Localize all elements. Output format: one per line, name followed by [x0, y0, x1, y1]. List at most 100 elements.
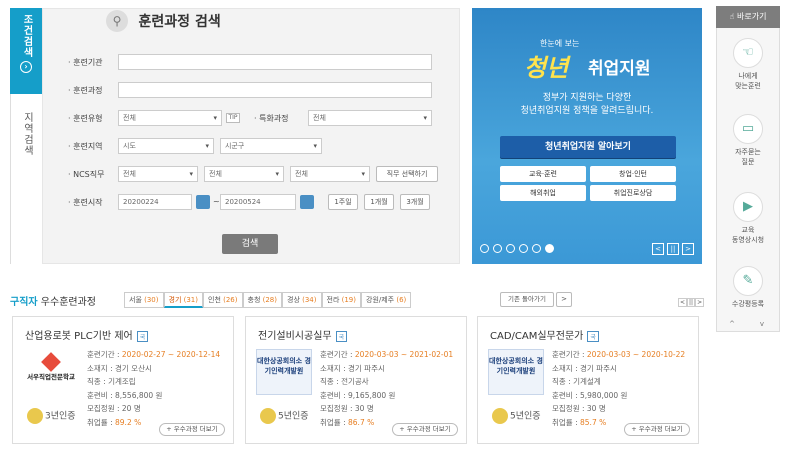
region-tab-gyeonggi[interactable]: 경기 (31) — [163, 292, 203, 308]
chevron-down-icon: ▾ — [213, 114, 217, 122]
ncs-select-1[interactable]: 전체 ▾ — [118, 166, 198, 182]
region-sigungu-select[interactable]: 시군구 ▾ — [220, 138, 322, 154]
chevron-right-icon: › — [20, 61, 32, 73]
institution-logo: 대한상공회의소 경기인력개발원 — [256, 349, 312, 395]
pencil-icon: ✎ — [733, 266, 763, 296]
card-pause-button[interactable]: || — [687, 298, 696, 307]
banner-tile-startup[interactable]: 창업·인턴 — [590, 166, 676, 182]
calendar-icon[interactable] — [196, 195, 210, 209]
course-input[interactable] — [118, 82, 432, 98]
cert-years-text: 5년인증 — [510, 411, 541, 422]
card-next-button[interactable]: > — [695, 298, 705, 307]
course-card[interactable]: 산업용로봇 PLC기반 제어 국 서우직업전문학교 3년인증 훈련기간 : 202… — [12, 316, 234, 444]
period-label: 훈련기간 : — [552, 350, 585, 359]
card-prev-button[interactable]: < — [678, 298, 688, 307]
region-tab-label: 전라 — [326, 296, 340, 304]
cert-years: 5년인증 — [260, 408, 309, 424]
logo-text: 대한상공회의소 경기인력개발원 — [489, 357, 543, 375]
region-tab-incheon[interactable]: 인천 (26) — [203, 292, 243, 308]
calendar-icon[interactable] — [300, 195, 314, 209]
one-week-button[interactable]: 1주일 — [328, 194, 358, 210]
banner-dot-active[interactable] — [545, 244, 554, 253]
quick-item-label: 수강평등록 — [731, 300, 765, 308]
job-type: 직종 : 기계조립 — [87, 377, 136, 386]
banner-dot[interactable] — [519, 244, 528, 253]
region-sido-select[interactable]: 시도 ▾ — [118, 138, 214, 154]
institution-logo: 서우직업전문학교 — [23, 352, 79, 401]
search-button[interactable]: 검색 — [222, 234, 278, 254]
quick-item-video[interactable]: ▶ 교육 동영상시청 — [716, 192, 780, 245]
banner-dot[interactable] — [532, 244, 541, 253]
region-tab-gangwon-jeju[interactable]: 강원/제주 (6) — [361, 292, 412, 308]
period-value: 2020-03-03 ~ 2021-02-01 — [354, 350, 454, 359]
banner-prev-button[interactable]: < — [652, 243, 664, 255]
quick-menu-up-button[interactable]: ^ — [722, 318, 742, 330]
more-courses-button[interactable]: + 우수과정 더보기 — [392, 423, 458, 436]
course-info: 훈련기간 : 2020-03-03 ~ 2021-02-01 소재지 : 경기 … — [320, 348, 453, 429]
banner-dot[interactable] — [506, 244, 515, 253]
region-tabs: 서울 (30) 경기 (31) 인천 (26) 충청 (28) 경상 (34) 전라 (1… — [124, 292, 412, 308]
institution-input[interactable] — [118, 54, 432, 70]
quick-item-matching-training[interactable]: ☜ 나에게 맞는훈련 — [716, 38, 780, 91]
type-select[interactable]: 전체 ▾ — [118, 110, 222, 126]
special-select-value: 전체 — [313, 114, 326, 122]
page-title: 훈련과정 검색 — [138, 14, 221, 30]
ncs-select-3[interactable]: 전체 ▾ — [290, 166, 370, 182]
region-tab-chungcheong[interactable]: 충청 (28) — [242, 292, 282, 308]
next-region-arrow[interactable]: > — [556, 292, 572, 307]
institution-label: 훈련기관 — [68, 57, 102, 68]
course-title-text: 전기설비시공실무 — [258, 331, 332, 342]
period-value: 2020-03-03 ~ 2020-10-22 — [586, 350, 686, 359]
banner-tile-education[interactable]: 교육·훈련 — [500, 166, 586, 182]
logo-text: 서우직업전문학교 — [27, 373, 75, 381]
quick-item-faq[interactable]: ▭ 자주묻는 질문 — [716, 114, 780, 167]
banner-tile-overseas[interactable]: 해외취업 — [500, 185, 586, 201]
banner-subtitle-line1: 정부가 지원하는 다양한 — [542, 93, 632, 103]
special-select[interactable]: 전체 ▾ — [308, 110, 432, 126]
special-label: 특화과정 — [254, 113, 288, 124]
cert-years: 5년인증 — [492, 408, 541, 424]
start-label: 훈련시작 — [68, 197, 102, 208]
region-tab-label: 충청 — [247, 296, 261, 304]
banner-next-button[interactable]: > — [682, 243, 694, 255]
location: 소재지 : 경기 오산시 — [87, 363, 152, 373]
section-title-highlight: 구직자 — [10, 297, 38, 308]
capacity: 모집정원 : 20 명 — [87, 404, 141, 413]
more-courses-button[interactable]: + 우수과정 더보기 — [159, 423, 225, 436]
previous-region-button[interactable]: 기존 돌아가기 — [500, 292, 554, 307]
video-icon: ▶ — [733, 192, 763, 222]
tab-region-search[interactable]: 지역검색 — [10, 94, 42, 264]
region-tab-label: 인천 — [208, 296, 221, 304]
region-tab-gyeongsang[interactable]: 경상 (34) — [282, 292, 322, 308]
tip-button[interactable]: TIP — [226, 113, 240, 123]
quick-item-label: 교육 — [741, 226, 755, 234]
region-tab-label: 경상 — [287, 296, 300, 304]
logo-text: 대한상공회의소 경기인력개발원 — [257, 357, 311, 375]
logo-mark-icon — [41, 352, 61, 372]
course-card[interactable]: CAD/CAM실무전문가 국 대한상공회의소 경기인력개발원 5년인증 훈련기간 … — [477, 316, 699, 444]
course-card[interactable]: 전기설비시공실무 국 대한상공회의소 경기인력개발원 5년인증 훈련기간 : 20… — [245, 316, 467, 444]
job-select-button[interactable]: 직무 선택하기 — [376, 166, 438, 182]
more-courses-button[interactable]: + 우수과정 더보기 — [624, 423, 690, 436]
banner-tile-counsel[interactable]: 취업진로상담 — [590, 185, 676, 201]
cert-logo-icon — [27, 408, 43, 424]
start-date-input[interactable]: 20200224 — [118, 194, 192, 210]
job-type: 직종 : 전기공사 — [320, 377, 369, 386]
capacity: 모집정원 : 30 명 — [552, 404, 606, 413]
period-label: 훈련기간 : — [87, 350, 120, 359]
region-tab-seoul[interactable]: 서울 (30) — [124, 292, 164, 308]
banner-dot[interactable] — [493, 244, 502, 253]
banner-dot[interactable] — [480, 244, 489, 253]
end-date-input[interactable]: 20200524 — [220, 194, 296, 210]
ncs-select-2[interactable]: 전체 ▾ — [204, 166, 284, 182]
banner-pause-button[interactable]: || — [667, 243, 679, 255]
quick-item-review[interactable]: ✎ 수강평등록 — [716, 266, 780, 309]
region-tab-jeolla[interactable]: 전라 (19) — [321, 292, 361, 308]
banner-main-button[interactable]: 청년취업지원 알아보기 — [500, 136, 676, 158]
employment-label: 취업률 : — [320, 417, 346, 427]
quick-menu-down-button[interactable]: v — [752, 318, 772, 330]
one-month-button[interactable]: 1개월 — [364, 194, 394, 210]
tab-condition-search[interactable]: 조건검색 › — [10, 8, 42, 94]
location: 소재지 : 경기 파주시 — [320, 363, 385, 373]
three-month-button[interactable]: 3개월 — [400, 194, 430, 210]
